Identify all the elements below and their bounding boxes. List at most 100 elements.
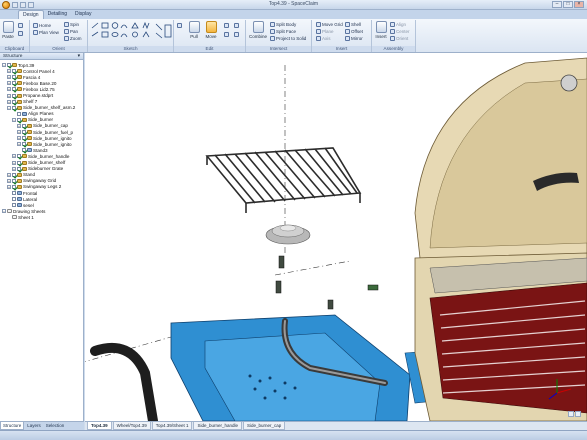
expand-toggle-icon[interactable]: + [7,184,11,189]
visibility-checkbox[interactable] [17,154,21,159]
close-button[interactable]: × [574,1,584,8]
expand-toggle-icon[interactable]: − [2,63,6,68]
visibility-checkbox[interactable] [12,69,16,74]
tab-selection[interactable]: Selection [44,422,67,430]
visibility-checkbox[interactable] [17,111,21,116]
pin-icon[interactable]: ▾ [78,54,80,59]
expand-toggle-icon[interactable]: + [17,142,21,147]
burner-cap[interactable] [265,224,311,245]
tab-display[interactable]: Display [71,10,95,19]
center-button[interactable]: Center [390,29,410,34]
expand-toggle-icon[interactable]: + [7,69,11,74]
visibility-checkbox[interactable] [22,148,26,153]
insert-button[interactable]: Insert [374,21,388,39]
visibility-checkbox[interactable] [17,117,21,122]
visibility-checkbox[interactable] [22,136,26,141]
firebox-base[interactable] [414,252,587,421]
spin-button[interactable]: Spin [64,22,79,27]
view-options-icon[interactable] [575,411,581,417]
pull-button[interactable]: Pull [187,21,201,39]
blend-icon[interactable] [234,32,239,37]
visibility-checkbox[interactable] [7,63,11,68]
paste-button[interactable]: Paste [1,21,15,39]
visibility-checkbox[interactable] [12,184,16,189]
visibility-checkbox[interactable] [12,197,16,202]
copy-icon[interactable] [18,31,23,36]
tab-detailing[interactable]: Detailing [44,10,71,19]
project-to-solid-button[interactable]: Project to Solid [270,36,306,41]
sketch-tools-icon[interactable] [88,20,174,46]
replace-icon[interactable] [224,32,229,37]
expand-toggle-icon[interactable]: − [12,117,16,122]
fill-icon[interactable] [224,23,229,28]
visibility-checkbox[interactable] [12,203,16,208]
visibility-checkbox[interactable] [22,130,26,135]
expand-toggle-icon[interactable]: + [7,172,11,177]
visibility-checkbox[interactable] [22,142,26,147]
expand-toggle-icon[interactable]: + [12,160,16,165]
offset-button[interactable]: Offset [345,29,363,34]
visibility-checkbox[interactable] [12,75,16,80]
expand-toggle-icon[interactable]: + [17,130,21,135]
tree-node[interactable]: Sheet 1 [0,214,83,220]
expand-toggle-icon[interactable]: + [7,99,11,104]
expand-toggle-icon[interactable]: − [7,105,11,110]
combine-button[interactable]: Combine [249,21,267,39]
expand-toggle-icon[interactable]: + [7,93,11,98]
visibility-checkbox[interactable] [22,123,26,128]
expand-toggle-icon[interactable]: + [7,75,11,80]
orient-button[interactable]: Orient [390,36,408,41]
expand-toggle-icon[interactable]: + [12,166,16,171]
pan-button[interactable]: Pan [64,29,78,34]
doc-tab-burner-cap[interactable]: Side_burner_cap [243,422,286,430]
expand-toggle-icon[interactable]: + [7,178,11,183]
mirror-button[interactable]: Mirror [345,36,363,41]
visibility-checkbox[interactable] [12,172,16,177]
visibility-checkbox[interactable] [12,99,16,104]
doc-tab-top439[interactable]: Top4.39 [87,422,112,430]
zoom-button[interactable]: Zoom [64,36,82,41]
minimize-button[interactable]: – [552,1,562,8]
split-face-button[interactable]: Split Face [270,29,296,34]
doc-tab-sheet1[interactable]: Top4.39/Sheet 1 [151,422,193,430]
visibility-checkbox[interactable] [12,178,16,183]
move-button[interactable]: Move [204,21,218,39]
grill-model[interactable] [85,53,587,421]
expand-toggle-icon[interactable]: + [7,81,11,86]
visibility-checkbox[interactable] [17,160,21,165]
doc-tab-burner-handle[interactable]: Side_burner_handle [193,422,243,430]
expand-toggle-icon[interactable]: − [2,209,6,214]
axis-button[interactable]: Axis [316,36,331,41]
maximize-button[interactable]: □ [563,1,573,8]
expand-toggle-icon[interactable]: + [17,136,21,141]
visibility-checkbox[interactable] [17,166,21,171]
tweak-face-icon[interactable] [234,23,239,28]
expand-toggle-icon[interactable]: + [7,87,11,92]
igniter-parts[interactable] [275,255,379,310]
sideburner-grate[interactable] [205,147,362,213]
visibility-checkbox[interactable] [12,93,16,98]
tab-design[interactable]: Design [18,10,44,19]
side-burner-handle[interactable] [90,342,158,421]
expand-toggle-icon[interactable]: + [17,123,21,128]
visibility-checkbox[interactable] [12,81,16,86]
visibility-checkbox[interactable] [12,105,16,110]
split-body-button[interactable]: Split Body [270,22,296,27]
plan-view-button[interactable]: Plan View [33,30,59,35]
align-button[interactable]: Align [390,22,406,27]
design-viewport[interactable] [85,53,587,421]
firebox-lid[interactable] [414,57,587,264]
expand-toggle-icon[interactable]: + [12,154,16,159]
tab-structure[interactable]: Structure [0,422,25,430]
visibility-checkbox[interactable] [12,87,16,92]
doc-tab-wheel[interactable]: Wheel/Top4.39 [112,422,151,430]
select-icon[interactable] [177,23,182,28]
cut-icon[interactable] [18,23,23,28]
shell-button[interactable]: Shell [345,22,361,27]
tab-layers[interactable]: Layers [25,422,43,430]
visibility-checkbox[interactable] [12,191,16,196]
move-grid-button[interactable]: Move Grid [316,22,343,27]
zoom-extents-icon[interactable] [568,411,574,417]
home-button[interactable]: Home [33,23,51,28]
plane-button[interactable]: Plane [316,29,334,34]
